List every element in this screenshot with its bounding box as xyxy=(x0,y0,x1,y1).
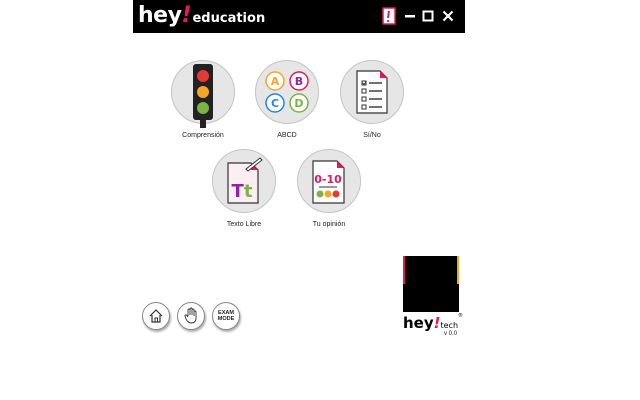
menu-label-comprension: Comprensión xyxy=(182,132,224,139)
texto-libre-button[interactable]: Tt xyxy=(212,149,276,213)
tu-opinion-button[interactable]: 0-10 xyxy=(297,149,361,213)
minimize-button[interactable] xyxy=(401,7,419,25)
opinion-glyph: 0-10 xyxy=(314,173,342,186)
brand-logo: hey!education xyxy=(138,3,265,28)
hand-button[interactable] xyxy=(177,302,205,330)
opinion-icon: 0-10 xyxy=(312,160,345,204)
traffic-light-icon xyxy=(193,64,213,128)
checklist-icon xyxy=(356,70,388,114)
menu-label-texto-libre: Texto Libre xyxy=(226,221,262,228)
abcd-button[interactable]: A B C D xyxy=(255,60,319,124)
pink-note-icon xyxy=(382,7,396,25)
close-icon xyxy=(442,10,454,22)
menu-label-si-no: Sí/No xyxy=(363,132,381,139)
qr-code-panel xyxy=(403,256,459,312)
version-label: v 0.0 xyxy=(444,331,458,337)
exam-line-2: MODE xyxy=(217,316,235,322)
letter-c: C xyxy=(271,97,279,110)
exam-mode-button[interactable]: EXAM MODE xyxy=(212,302,240,330)
menu-label-tu-opinion: Tu opinión xyxy=(312,221,346,228)
brand-sub: education xyxy=(192,11,266,26)
brand-main: hey xyxy=(138,3,182,28)
tt-glyph: Tt xyxy=(232,181,253,202)
logo-image xyxy=(403,256,459,312)
close-button[interactable] xyxy=(439,7,457,25)
letter-d: D xyxy=(294,97,303,110)
minimize-icon xyxy=(405,15,415,18)
exam-mode-label: EXAM MODE xyxy=(218,310,235,322)
maximize-button[interactable] xyxy=(419,7,437,25)
letter-b: B xyxy=(295,75,303,88)
si-no-button[interactable] xyxy=(340,60,404,124)
brand-excl: ! xyxy=(181,3,192,28)
letter-a: A xyxy=(271,75,280,88)
footer-brand-main: hey xyxy=(403,314,434,332)
home-button[interactable] xyxy=(142,302,170,330)
maximize-icon xyxy=(422,10,434,22)
registered-mark: ® xyxy=(458,313,464,319)
hey-tech-logo: hey!tech® xyxy=(403,313,463,332)
app-window: hey!education Comprensión A B C D ABCD S… xyxy=(133,0,465,400)
home-icon xyxy=(149,309,163,323)
notes-button[interactable] xyxy=(380,7,398,25)
abcd-icon: A B C D xyxy=(265,71,309,113)
free-text-icon: Tt xyxy=(227,157,263,204)
title-bar: hey!education xyxy=(133,0,465,33)
comprension-button[interactable] xyxy=(171,60,235,128)
menu-label-abcd: ABCD xyxy=(277,132,297,139)
raise-hand-icon xyxy=(184,307,197,324)
footer-brand-sub: tech xyxy=(440,321,459,330)
